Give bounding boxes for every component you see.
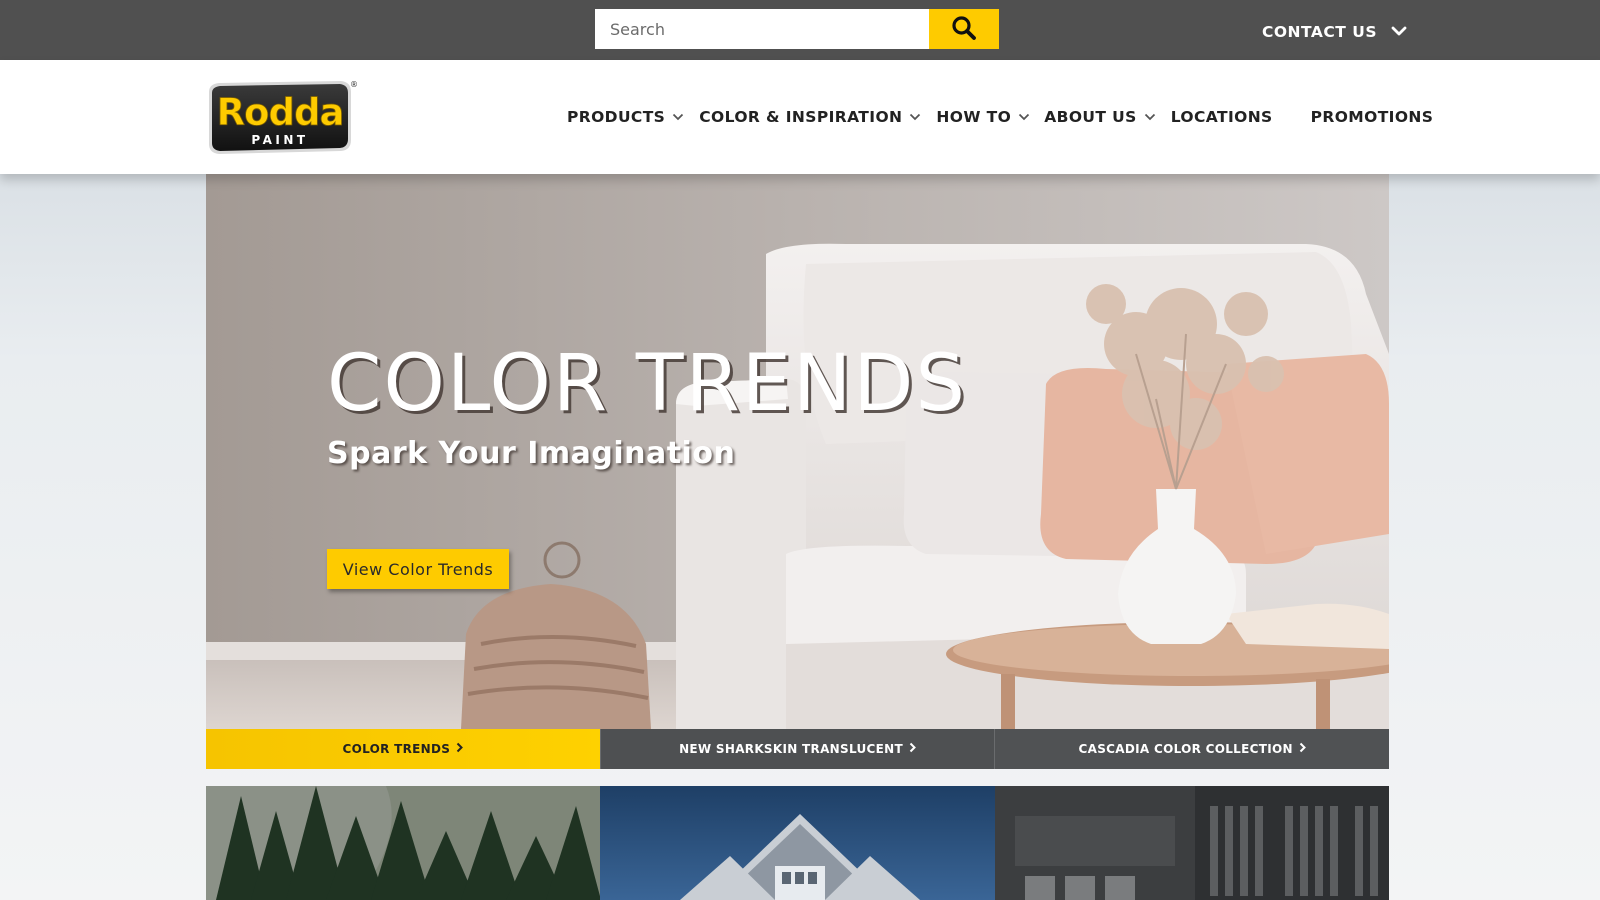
rodda-paint-logo[interactable]: Rodda PAINT ® bbox=[205, 78, 360, 156]
nav-how-to[interactable]: HOW TO bbox=[936, 108, 1030, 126]
chevron-down-icon bbox=[909, 113, 921, 121]
tab-new-sharkskin-translucent[interactable]: NEW SHARKSKIN TRANSLUCENT bbox=[599, 729, 995, 769]
house-tile[interactable] bbox=[600, 786, 995, 900]
search-input[interactable] bbox=[595, 9, 929, 49]
tab-label: COLOR TRENDS bbox=[342, 742, 451, 756]
hero-banner: COLOR TRENDS Spark Your Imagination View… bbox=[206, 174, 1389, 729]
top-bar: CONTACT US bbox=[0, 0, 1600, 60]
chevron-right-icon bbox=[909, 742, 916, 756]
nav-products[interactable]: PRODUCTS bbox=[567, 108, 684, 126]
nav-color-inspiration[interactable]: COLOR & INSPIRATION bbox=[699, 108, 921, 126]
chevron-down-icon bbox=[1018, 113, 1030, 121]
hero-subtitle: Spark Your Imagination bbox=[327, 436, 736, 471]
chevron-down-icon bbox=[672, 113, 684, 121]
chevron-right-icon bbox=[1299, 742, 1306, 756]
contact-us-menu[interactable]: CONTACT US bbox=[1262, 20, 1407, 44]
store-tile[interactable] bbox=[994, 786, 1389, 900]
svg-text:Rodda: Rodda bbox=[217, 91, 344, 134]
contact-us-label: CONTACT US bbox=[1262, 23, 1377, 41]
svg-text:PAINT: PAINT bbox=[251, 133, 308, 147]
nav-promotions[interactable]: PROMOTIONS bbox=[1311, 108, 1434, 126]
tab-label: NEW SHARKSKIN TRANSLUCENT bbox=[679, 742, 903, 756]
chevron-down-icon bbox=[1391, 23, 1407, 41]
nav-label: COLOR & INSPIRATION bbox=[699, 108, 903, 126]
view-color-trends-button[interactable]: View Color Trends bbox=[327, 549, 509, 589]
nav-locations[interactable]: LOCATIONS bbox=[1171, 108, 1273, 126]
hero-tabs: COLOR TRENDS NEW SHARKSKIN TRANSLUCENT C… bbox=[206, 729, 1390, 769]
tab-label: CASCADIA COLOR COLLECTION bbox=[1078, 742, 1293, 756]
tab-color-trends[interactable]: COLOR TRENDS bbox=[206, 729, 600, 769]
forest-image bbox=[206, 786, 601, 900]
house-image bbox=[600, 786, 995, 900]
nav-label: LOCATIONS bbox=[1170, 108, 1273, 126]
nav-label: PROMOTIONS bbox=[1310, 108, 1434, 126]
search-form bbox=[595, 9, 999, 49]
svg-text:®: ® bbox=[350, 80, 358, 89]
main-nav: PRODUCTS COLOR & INSPIRATION HOW TO ABOU… bbox=[567, 105, 1433, 129]
paint-store-image bbox=[994, 786, 1389, 900]
search-button[interactable] bbox=[929, 9, 999, 49]
nav-about-us[interactable]: ABOUT US bbox=[1044, 108, 1156, 126]
nav-label: ABOUT US bbox=[1044, 108, 1137, 126]
feature-tiles bbox=[206, 786, 1389, 900]
search-icon bbox=[951, 15, 977, 44]
hero-title: COLOR TRENDS bbox=[327, 339, 967, 429]
forest-tile[interactable] bbox=[206, 786, 601, 900]
chevron-right-icon bbox=[456, 742, 464, 756]
nav-label: HOW TO bbox=[936, 108, 1012, 126]
site-header: Rodda PAINT ® PRODUCTS COLOR & INSPIRATI… bbox=[0, 60, 1600, 174]
chevron-down-icon bbox=[1144, 113, 1156, 121]
tab-cascadia-color-collection[interactable]: CASCADIA COLOR COLLECTION bbox=[994, 729, 1390, 769]
nav-label: PRODUCTS bbox=[567, 108, 666, 126]
